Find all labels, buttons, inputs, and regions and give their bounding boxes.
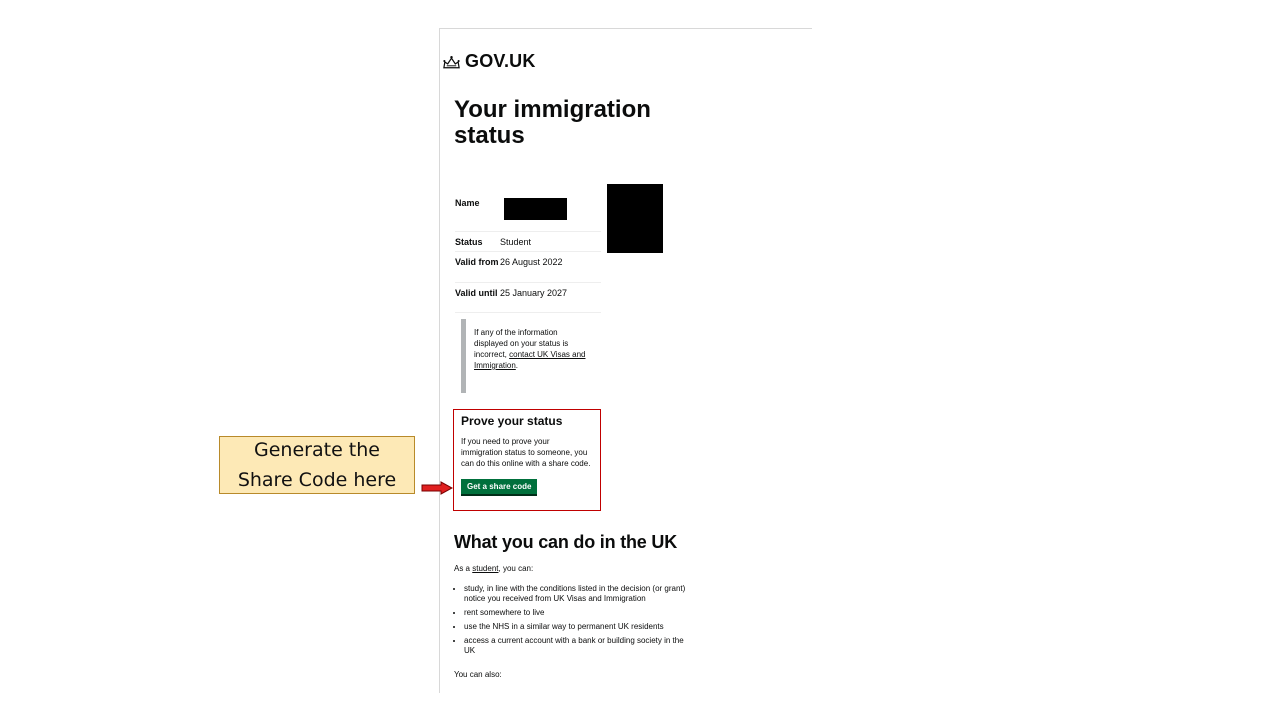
summary-value: 25 January 2027 xyxy=(500,288,568,298)
list-item: rent somewhere to live xyxy=(464,608,686,618)
prove-status-text: If you need to prove your immigration st… xyxy=(461,437,591,468)
get-share-code-button[interactable]: Get a share code xyxy=(461,479,538,494)
annotation-arrow-icon xyxy=(421,481,453,495)
page-title: Your immigration status xyxy=(454,96,651,149)
list-item: access a current account with a bank or … xyxy=(464,636,686,656)
uk-rights-intro: As a student, you can: xyxy=(454,564,533,573)
summary-row-valid-from: Valid from 26 August 2022 xyxy=(455,252,601,283)
govuk-header[interactable]: GOV.UK xyxy=(442,51,536,72)
prove-status-section: Prove your status If you need to prove y… xyxy=(453,409,601,511)
summary-key: Valid from xyxy=(455,257,499,267)
student-link[interactable]: student xyxy=(472,564,498,573)
summary-row-valid-until: Valid until 25 January 2027 xyxy=(455,283,601,313)
redacted-photo xyxy=(607,184,663,253)
summary-key: Valid until xyxy=(455,288,498,298)
intro-prefix: As a xyxy=(454,564,471,573)
crown-icon xyxy=(443,55,460,68)
list-item: use the NHS in a similar way to permanen… xyxy=(464,622,686,632)
summary-row-status: Status Student xyxy=(455,232,601,252)
redacted-name xyxy=(504,198,567,220)
annotation-callout: Generate the Share Code here xyxy=(219,436,415,494)
callout-line-1: Generate the xyxy=(254,439,380,461)
summary-value: Student xyxy=(500,237,532,247)
summary-key: Name xyxy=(455,198,480,208)
uk-rights-title: What you can do in the UK xyxy=(454,532,677,552)
uk-rights-list: study, in line with the conditions liste… xyxy=(454,584,686,660)
you-can-also-text: You can also: xyxy=(454,670,502,679)
summary-key: Status xyxy=(455,237,483,247)
govuk-logo-text: GOV.UK xyxy=(465,51,536,71)
summary-value: 26 August 2022 xyxy=(500,257,563,267)
status-page: GOV.UK Your immigration status Name Stat… xyxy=(439,28,812,693)
intro-suffix: , you can: xyxy=(498,564,534,573)
inset-text: If any of the information displayed on y… xyxy=(461,319,592,393)
callout-line-2: Share Code here xyxy=(237,469,397,491)
inset-suffix: . xyxy=(515,361,519,370)
list-item: study, in line with the conditions liste… xyxy=(464,584,686,604)
prove-status-title: Prove your status xyxy=(461,414,563,428)
